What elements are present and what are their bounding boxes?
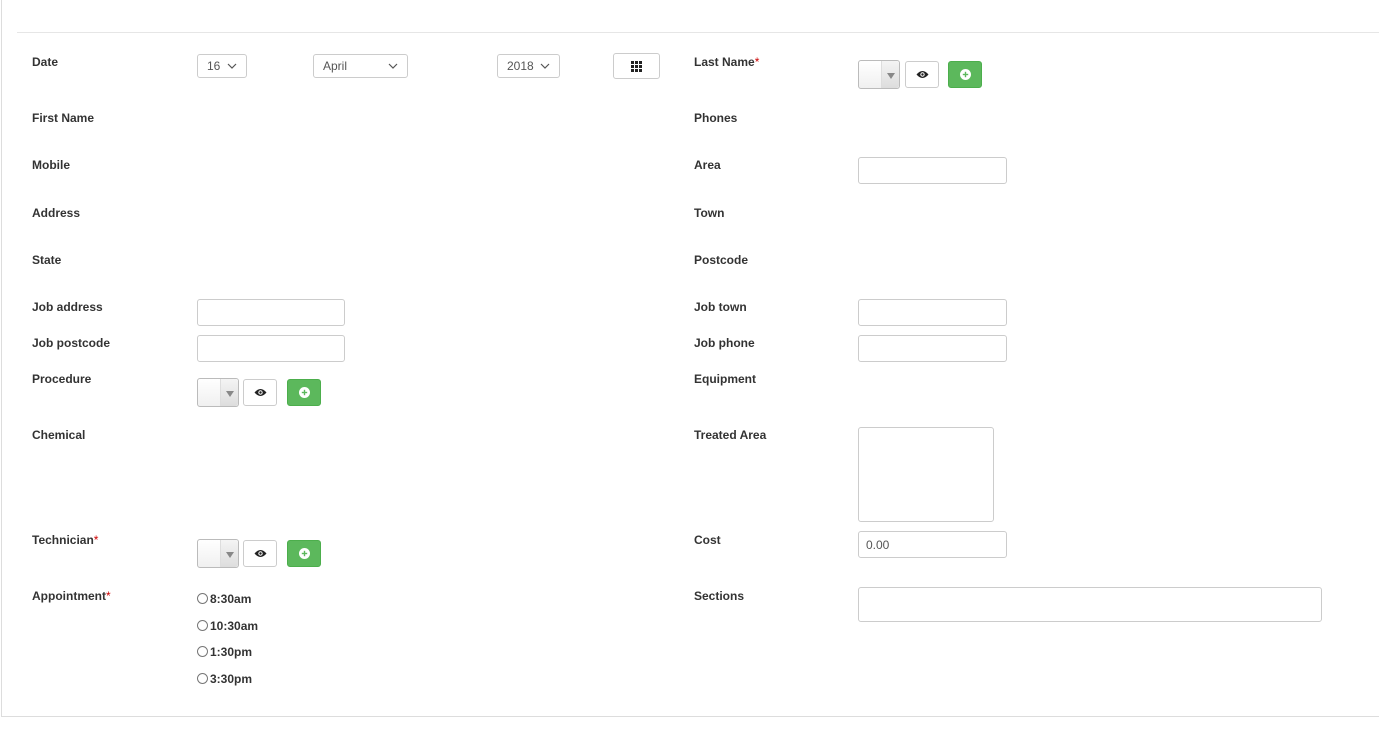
procedure-add-button[interactable] xyxy=(287,379,321,406)
job-phone-input[interactable] xyxy=(858,335,1007,362)
chevron-down-icon xyxy=(540,63,550,69)
radio-button[interactable] xyxy=(197,619,208,631)
job-town-input[interactable] xyxy=(858,299,1007,326)
label-technician: Technician* xyxy=(32,533,98,547)
label-appointment: Appointment* xyxy=(32,589,111,603)
label-area: Area xyxy=(694,158,721,172)
appointment-option-label: 1:30pm xyxy=(210,645,253,659)
appointment-option[interactable]: 8:30am xyxy=(197,592,251,606)
appointment-option-label: 3:30pm xyxy=(210,672,253,686)
radio-button[interactable] xyxy=(197,592,208,604)
area-input[interactable] xyxy=(858,157,1007,184)
eye-icon xyxy=(916,71,928,78)
plus-circle-icon xyxy=(298,548,310,559)
label-treated-area: Treated Area xyxy=(694,428,767,442)
appointment-option[interactable]: 10:30am xyxy=(197,619,258,633)
last-name-view-button[interactable] xyxy=(905,61,939,88)
radio-button[interactable] xyxy=(197,645,208,657)
divider xyxy=(17,32,1379,33)
cost-input[interactable] xyxy=(858,531,1007,558)
job-address-input[interactable] xyxy=(197,299,345,326)
label-technician-text: Technician xyxy=(32,533,94,547)
treated-area-textarea[interactable] xyxy=(858,427,994,522)
calendar-grid-icon xyxy=(631,60,642,72)
year-select-value: 2018 xyxy=(507,59,534,73)
label-address: Address xyxy=(32,206,81,220)
last-name-add-button[interactable] xyxy=(948,61,982,88)
label-appointment-text: Appointment xyxy=(32,589,106,603)
label-procedure: Procedure xyxy=(32,372,92,386)
eye-icon xyxy=(254,389,266,396)
year-select[interactable]: 2018 xyxy=(497,54,560,78)
label-job-phone: Job phone xyxy=(694,336,755,350)
required-mark: * xyxy=(93,533,99,547)
last-name-combo[interactable] xyxy=(858,60,900,89)
technician-add-button[interactable] xyxy=(287,540,321,567)
day-select[interactable]: 16 xyxy=(197,54,247,78)
chevron-down-icon xyxy=(388,63,398,69)
appointment-option-label: 10:30am xyxy=(210,619,259,633)
procedure-combo[interactable] xyxy=(197,378,239,407)
plus-circle-icon xyxy=(959,69,971,80)
label-last-name: Last Name* xyxy=(694,55,759,69)
label-last-name-text: Last Name xyxy=(694,55,755,69)
radio-button[interactable] xyxy=(197,672,208,684)
appointment-option-label: 8:30am xyxy=(210,592,252,606)
appointment-option[interactable]: 1:30pm xyxy=(197,645,252,659)
label-phones: Phones xyxy=(694,111,738,125)
caret-down-icon xyxy=(226,552,234,558)
technician-combo[interactable] xyxy=(197,539,239,568)
month-select[interactable]: April xyxy=(313,54,408,78)
procedure-view-button[interactable] xyxy=(243,379,277,406)
required-mark: * xyxy=(754,55,760,69)
label-job-address: Job address xyxy=(32,300,103,314)
label-job-postcode: Job postcode xyxy=(32,336,111,350)
label-state: State xyxy=(32,253,62,267)
label-chemical: Chemical xyxy=(32,428,86,442)
plus-circle-icon xyxy=(298,387,310,398)
month-select-value: April xyxy=(323,59,348,73)
label-equipment: Equipment xyxy=(694,372,756,386)
eye-icon xyxy=(254,550,266,557)
chevron-down-icon xyxy=(227,63,237,69)
label-job-town: Job town xyxy=(694,300,747,314)
label-first-name: First Name xyxy=(32,111,95,125)
label-town: Town xyxy=(694,206,725,220)
appointment-option[interactable]: 3:30pm xyxy=(197,672,252,686)
technician-view-button[interactable] xyxy=(243,540,277,567)
caret-down-icon xyxy=(887,73,895,79)
label-postcode: Postcode xyxy=(694,253,749,267)
label-date: Date xyxy=(32,55,59,69)
required-mark: * xyxy=(106,589,111,603)
calendar-button[interactable] xyxy=(613,53,660,79)
day-select-value: 16 xyxy=(207,59,221,73)
caret-down-icon xyxy=(226,391,234,397)
label-cost: Cost xyxy=(694,533,721,547)
sections-input[interactable] xyxy=(858,587,1322,622)
label-mobile: Mobile xyxy=(32,158,70,172)
job-postcode-input[interactable] xyxy=(197,335,345,362)
label-sections: Sections xyxy=(694,589,745,603)
